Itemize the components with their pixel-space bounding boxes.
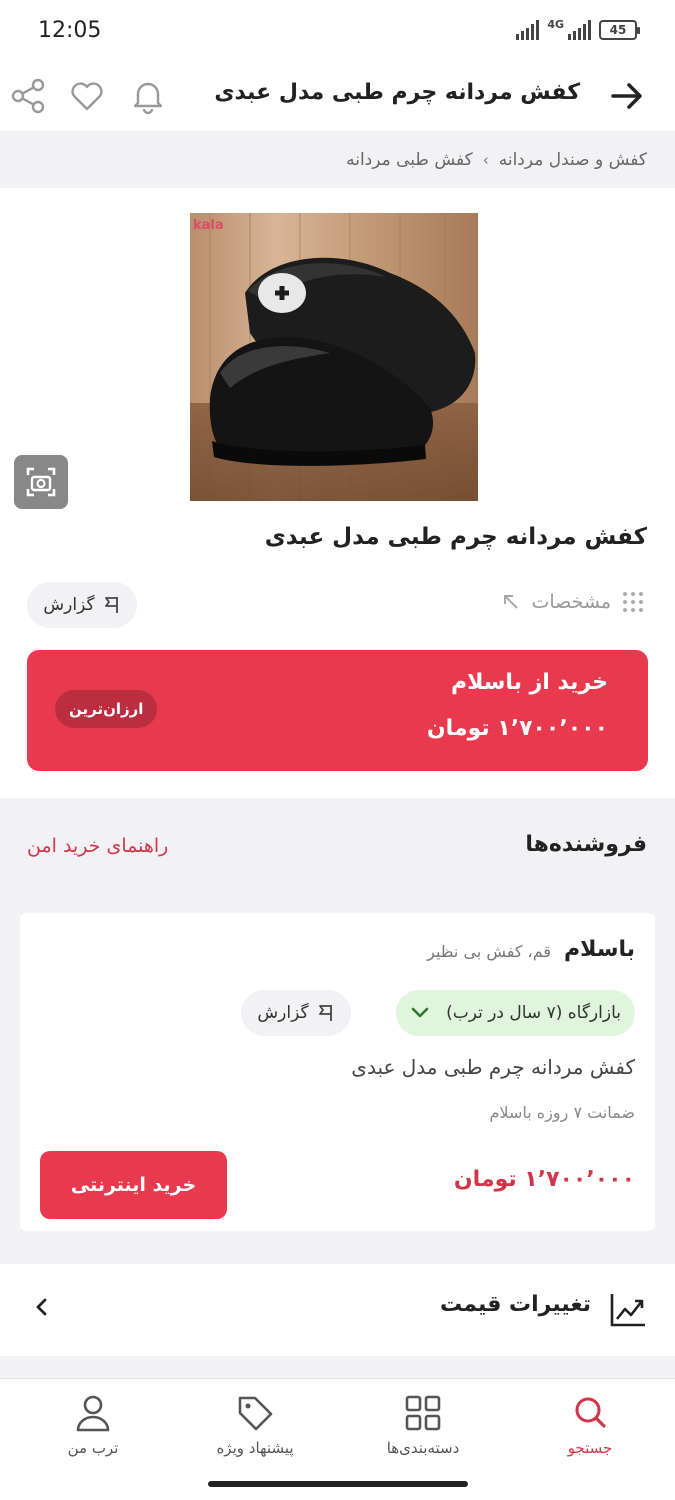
nav-label-special-offers: پیشنهاد ویژه xyxy=(216,1439,294,1457)
battery-icon: 45 xyxy=(599,20,640,40)
nav-item-categories[interactable]: دسته‌بندی‌ها xyxy=(358,1393,488,1457)
breadcrumb: کفش و صندل مردانه › کفش طبی مردانه xyxy=(0,132,675,188)
chevron-down-icon xyxy=(411,1007,429,1018)
search-icon xyxy=(575,1397,606,1428)
report-label: گزارش xyxy=(43,595,95,615)
status-time: 12:05 xyxy=(38,18,102,43)
image-watermark: kala xyxy=(193,218,224,233)
cell-signal-icon xyxy=(568,20,591,40)
flag-icon xyxy=(318,1005,332,1021)
market-badge-label: بازارگاه (۷ سال در ترب) xyxy=(446,1003,621,1023)
nav-item-profile[interactable]: ترب من xyxy=(28,1393,158,1457)
share-icon[interactable] xyxy=(6,74,50,118)
offer-title: کفش مردانه چرم طبی مدل عبدی xyxy=(351,1055,635,1079)
seller-report-label: گزارش xyxy=(257,1003,309,1023)
breadcrumb-item-category[interactable]: کفش و صندل مردانه xyxy=(499,150,647,170)
offer-price: ۱٬۷۰۰٬۰۰۰ تومان xyxy=(453,1167,635,1192)
breadcrumb-separator: › xyxy=(482,151,489,169)
seller-location: قم، کفش بی نظیر xyxy=(427,942,551,961)
dots-grid-icon xyxy=(623,592,643,612)
product-title: کفش مردانه چرم طبی مدل عبدی xyxy=(264,524,647,550)
trend-chart-icon xyxy=(610,1294,645,1327)
warranty-text: ضمانت ۷ روزه باسلام xyxy=(489,1103,635,1122)
page-title: کفش مردانه چرم طبی مدل عبدی xyxy=(214,80,580,105)
nav-item-search[interactable]: جستجو xyxy=(525,1393,655,1457)
status-bar: 12:05 4G 45 xyxy=(0,0,675,64)
tag-icon xyxy=(238,1396,273,1431)
safe-purchase-guide-link[interactable]: راهنمای خرید امن xyxy=(27,835,168,857)
nav-label-categories: دسته‌بندی‌ها xyxy=(386,1439,460,1457)
camera-lens-icon xyxy=(26,467,56,497)
buy-online-button[interactable]: خرید اینترنتی xyxy=(40,1151,227,1219)
product-image[interactable]: kala xyxy=(190,213,478,501)
breadcrumb-item-subcategory[interactable]: کفش طبی مردانه xyxy=(346,150,473,170)
report-button[interactable]: گزارش xyxy=(27,582,137,628)
best-offer-price: ۱٬۷۰۰٬۰۰۰ تومان xyxy=(426,716,608,741)
buy-from-label: خرید از باسلام xyxy=(450,670,608,695)
seller-offer-card: باسلام قم، کفش بی نظیر بازارگاه (۷ سال د… xyxy=(20,913,655,1231)
specs-label: مشخصات xyxy=(531,591,611,613)
image-search-lens-button[interactable] xyxy=(14,455,68,509)
wifi-signal-icon xyxy=(516,20,540,40)
nav-label-search: جستجو xyxy=(567,1439,613,1457)
price-changes-label: تغییرات قیمت xyxy=(439,1292,591,1317)
back-arrow-icon[interactable] xyxy=(607,76,647,116)
seller-report-button[interactable]: گزارش xyxy=(241,990,351,1036)
user-icon xyxy=(76,1395,110,1432)
section-divider xyxy=(0,798,675,812)
specs-link[interactable]: مشخصات xyxy=(501,590,645,614)
section-divider-bottom xyxy=(0,1356,675,1378)
flag-icon xyxy=(104,597,118,613)
market-badge[interactable]: بازارگاه (۷ سال در ترب) xyxy=(396,990,635,1036)
cheapest-badge: ارزان‌ترین xyxy=(55,690,158,728)
best-offer-card[interactable]: خرید از باسلام ۱٬۷۰۰٬۰۰۰ تومان ارزان‌تری… xyxy=(27,650,648,771)
price-changes-row[interactable]: تغییرات قیمت xyxy=(0,1264,675,1356)
heart-favorite-icon[interactable] xyxy=(65,74,109,118)
arrow-up-left-icon xyxy=(504,595,519,609)
chevron-left-icon xyxy=(36,1298,47,1316)
sellers-title: فروشنده‌ها xyxy=(525,832,647,857)
grid-icon xyxy=(405,1395,441,1431)
nav-label-profile: ترب من xyxy=(67,1439,119,1457)
top-bar: کفش مردانه چرم طبی مدل عبدی xyxy=(0,64,675,132)
home-indicator[interactable] xyxy=(208,1481,468,1487)
notification-bell-icon[interactable] xyxy=(126,74,170,118)
nav-item-special-offers[interactable]: پیشنهاد ویژه xyxy=(190,1393,320,1457)
status-icons: 4G 45 xyxy=(516,18,640,40)
network-type: 4G xyxy=(547,18,564,31)
seller-name[interactable]: باسلام xyxy=(564,937,635,962)
